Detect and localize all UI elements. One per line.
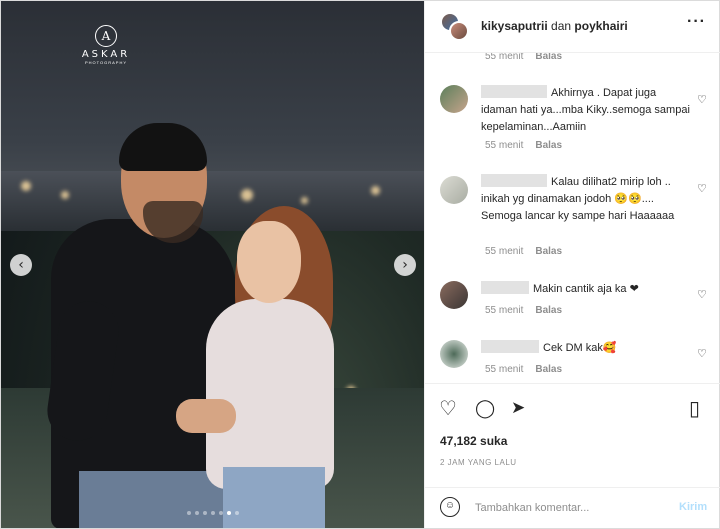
add-comment-bar: ☺ Kirim <box>425 487 720 528</box>
carousel-dot <box>195 511 199 515</box>
carousel-dot <box>211 511 215 515</box>
watermark-subtitle: PHOTOGRAPHY <box>84 60 128 65</box>
carousel-indicator <box>187 511 239 517</box>
bokeh-light <box>21 181 31 191</box>
like-comment-icon[interactable]: ♡ <box>697 347 707 360</box>
carousel-next-button[interactable]: › <box>394 254 416 276</box>
likes-count[interactable]: 47,182 suka <box>440 434 507 448</box>
comment-text: Cek DM kak🥰 <box>481 340 691 357</box>
comment-icon[interactable]: ◯ <box>475 398 495 419</box>
avatar[interactable] <box>440 340 468 368</box>
post-timestamp[interactable]: 2 JAM YANG LALU <box>440 458 517 467</box>
post-header: kikysaputrii dan poykhairi ··· <box>425 1 720 53</box>
like-comment-icon[interactable]: ♡ <box>697 288 707 301</box>
comment-meta: 55 menit Balas <box>485 246 562 257</box>
more-horizontal-icon[interactable]: ··· <box>687 13 706 31</box>
comment-content: Makin cantik aja ka ❤ <box>533 283 639 295</box>
post-photo[interactable]: A ASKAR PHOTOGRAPHY ‹ › <box>1 1 424 528</box>
watermark-title: ASKAR <box>81 49 131 60</box>
comment-time: 55 menit <box>485 305 524 316</box>
carousel-dot <box>203 511 207 515</box>
comment-text: Akhirnya . Dapat juga idaman hati ya...m… <box>481 85 691 136</box>
woman-head <box>237 221 301 303</box>
heart-icon[interactable]: ♡ <box>439 396 457 420</box>
collab-avatars[interactable] <box>440 12 470 42</box>
carousel-dot <box>235 511 239 515</box>
like-comment-icon[interactable]: ♡ <box>697 182 707 195</box>
author-username[interactable]: poykhairi <box>574 19 627 33</box>
author-username[interactable]: kikysaputrii <box>481 19 548 33</box>
watermark-logo: A <box>95 25 117 47</box>
emoji-icon[interactable]: ☺ <box>440 497 460 517</box>
post-sidebar: kikysaputrii dan poykhairi ··· 55 menit B… <box>424 1 720 528</box>
commenter-username-redacted[interactable] <box>481 281 529 294</box>
woman-figure <box>206 299 334 489</box>
held-hands <box>176 399 236 433</box>
like-comment-icon[interactable]: ♡ <box>697 93 707 106</box>
avatar[interactable] <box>440 176 468 204</box>
commenter-username-redacted[interactable] <box>481 340 539 353</box>
comments-list: 55 menit Balas Akhirnya . Dapat juga idam… <box>425 53 720 383</box>
carousel-dot <box>187 511 191 515</box>
comment-text: Kalau dilihat2 mirip loh .. inikah yg di… <box>481 174 691 225</box>
reply-button[interactable]: Balas <box>535 53 562 62</box>
avatar[interactable] <box>440 281 468 309</box>
likes-number: 47,182 <box>440 434 477 448</box>
bookmark-icon[interactable]: ▯ <box>689 396 700 420</box>
bokeh-light <box>241 189 253 201</box>
comment-input[interactable] <box>475 500 665 516</box>
comment-content: Cek DM kak🥰 <box>543 342 617 354</box>
man-jeans <box>79 471 229 528</box>
carousel-prev-button[interactable]: ‹ <box>10 254 32 276</box>
comment-meta: 55 menit Balas <box>485 305 562 316</box>
bokeh-light <box>61 191 69 199</box>
bokeh-light <box>371 186 380 195</box>
likes-suffix: suka <box>476 434 508 448</box>
share-icon[interactable]: ➤ <box>511 398 525 418</box>
photographer-watermark: A ASKAR PHOTOGRAPHY <box>73 25 139 65</box>
reply-button[interactable]: Balas <box>535 140 562 151</box>
comment-meta: 55 menit Balas <box>485 53 562 62</box>
comment-text: Makin cantik aja ka ❤ <box>481 281 691 298</box>
woman-jeans <box>223 467 325 528</box>
commenter-username-redacted[interactable] <box>481 174 547 187</box>
comment-time: 55 menit <box>485 53 524 62</box>
reply-button[interactable]: Balas <box>535 305 562 316</box>
post-authors: kikysaputrii dan poykhairi <box>481 19 628 33</box>
bokeh-light <box>301 197 308 204</box>
commenter-username-redacted[interactable] <box>481 85 547 98</box>
photo-city <box>1 171 424 231</box>
reply-button[interactable]: Balas <box>535 246 562 257</box>
comment-time: 55 menit <box>485 246 524 257</box>
avatar[interactable] <box>449 21 469 41</box>
comment-meta: 55 menit Balas <box>485 364 562 375</box>
comment-time: 55 menit <box>485 364 524 375</box>
comment-meta: 55 menit Balas <box>485 140 562 151</box>
comment-time: 55 menit <box>485 140 524 151</box>
avatar[interactable] <box>440 85 468 113</box>
carousel-dot <box>227 511 231 515</box>
post-comment-button[interactable]: Kirim <box>679 501 707 513</box>
carousel-dot <box>219 511 223 515</box>
author-separator: dan <box>547 19 575 33</box>
reply-button[interactable]: Balas <box>535 364 562 375</box>
